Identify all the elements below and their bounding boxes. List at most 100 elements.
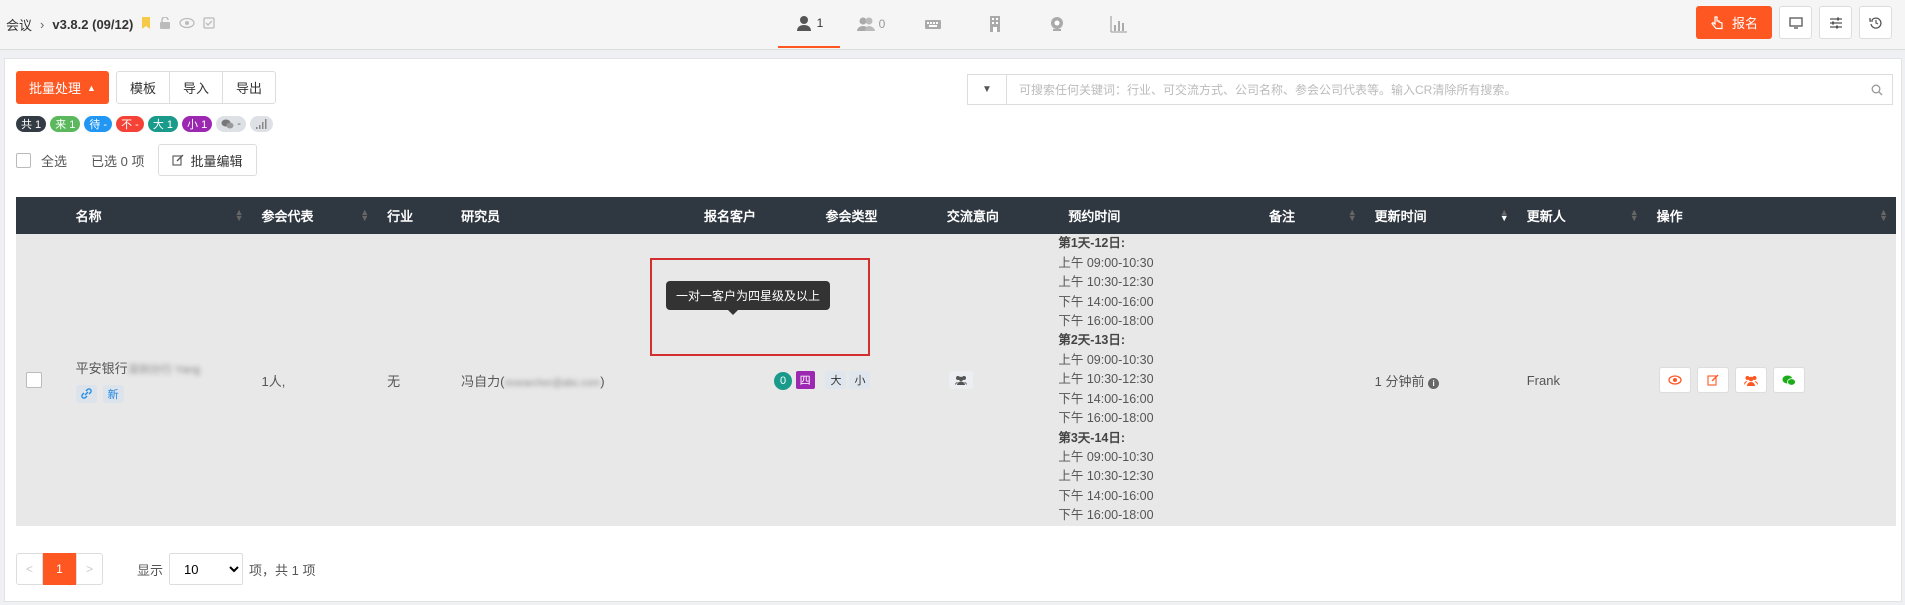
company-name[interactable]: 平安银行 [76,361,128,376]
users-button[interactable] [1734,367,1767,393]
meeting-table: 名称 ▲ ▼ 参会代表 ▲ ▼ 行业 研究员 报名客户 参会类型 交流意向 预约时间 备… [16,197,1896,526]
star-level-badge[interactable]: 四 [795,370,815,389]
eye-icon [1667,375,1682,385]
select-all-label[interactable]: 全选 [41,151,67,170]
page-1-button[interactable]: 1 [43,553,76,585]
users-icon [856,17,875,31]
page-size-select[interactable]: 10 [169,553,244,585]
total-count: 项，共 1 项 [249,562,316,578]
badge-total[interactable]: 共 1 [16,116,47,132]
badge-wechat[interactable]: - [216,116,246,132]
caret-up-icon: ▲ [87,82,96,93]
tab-chart[interactable] [1088,0,1150,48]
wechat-icon [221,119,234,129]
badge-small[interactable]: 小 1 [182,116,213,132]
next-page-button[interactable]: > [76,553,103,585]
tab-keyboard[interactable] [902,0,964,48]
signup-button[interactable]: 报名 [1696,6,1772,39]
export-button[interactable]: 导出 [223,72,275,103]
building-icon [990,16,1000,32]
col-note[interactable]: 备注 ▲ ▼ [1259,197,1365,234]
prev-page-button[interactable]: < [16,553,43,585]
wechat-button[interactable] [1772,367,1805,393]
batch-process-button[interactable]: 批量处理 ▲ [16,71,109,104]
col-updater[interactable]: 更新人 ▲ ▼ [1516,197,1647,234]
batch-process-label: 批量处理 [29,81,82,96]
history-button[interactable] [1859,6,1892,39]
edit-icon [1707,374,1719,386]
sort-icon[interactable]: ▲ ▼ [1879,208,1888,223]
schedule-slot: 上午 10:30-12:30 [1058,469,1154,484]
search-bar: ▼ [967,74,1893,105]
schedule-slot: 上午 10:30-12:30 [1058,275,1154,290]
col-type: 参会类型 [815,197,937,234]
signal-icon [255,119,267,129]
search-input[interactable] [1007,75,1862,104]
badge-big[interactable]: 大 1 [147,116,179,132]
col-checkbox [16,197,66,234]
link-icon[interactable] [75,384,97,403]
schedule-slot: 上午 09:00-10:30 [1058,255,1154,270]
type-small: 小 [849,371,871,389]
cell-rep: 1人, [251,234,378,526]
cell-industry: 无 [377,234,452,526]
client-count[interactable]: 0 [774,371,792,390]
badge-not-coming[interactable]: 不 - [116,116,144,132]
col-industry: 行业 [377,197,452,234]
cell-note [1259,234,1365,526]
version-label: v3.8.2 (09/12) [52,17,134,32]
row-checkbox[interactable] [26,372,42,388]
view-button[interactable] [1658,367,1691,393]
cell-researcher: 冯自力(researcher@abc.com) [451,234,694,526]
tab-users-count: 0 [878,17,886,31]
batch-edit-button[interactable]: 批量编辑 [158,144,257,176]
type-big: 大 [825,371,847,389]
schedule-list: 第1天-12日: 上午 09:00-10:30 上午 10:30-12:30 下午 1… [1058,234,1259,525]
sort-icon[interactable]: ▲ ▼ [1348,208,1357,223]
monitor-button[interactable] [1779,6,1812,39]
col-name[interactable]: 名称 ▲ ▼ [65,197,252,234]
badge-coming[interactable]: 来 1 [50,116,81,132]
tab-users[interactable]: 0 [840,0,902,48]
badge-pending[interactable]: 待 - [84,116,113,132]
check-square-icon[interactable] [203,17,215,32]
webcam-icon [1051,17,1063,31]
cell-intent [936,234,1059,526]
tab-webcam[interactable] [1026,0,1088,48]
eye-slash-icon[interactable] [179,17,195,32]
info-icon[interactable]: i [1428,377,1440,389]
col-actions[interactable]: 操作 ▲ ▼ [1646,197,1896,234]
batch-edit-label: 批量编辑 [190,153,243,169]
bookmark-icon[interactable] [141,17,151,32]
template-button[interactable]: 模板 [117,72,170,103]
cell-actions [1646,234,1896,526]
sort-icon[interactable]: ▲ ▼ [360,208,369,223]
schedule-slot: 上午 10:30-12:30 [1058,372,1154,387]
edit-button[interactable] [1696,367,1729,393]
edit-icon [172,154,184,166]
schedule-slot: 下午 16:00-18:00 [1058,411,1154,426]
col-rep[interactable]: 参会代表 ▲ ▼ [251,197,378,234]
sort-desc-icon[interactable]: ▲ ▼ [1500,208,1509,223]
schedule-slot: 下午 14:00-16:00 [1058,294,1154,309]
unlock-icon[interactable] [159,16,171,32]
signup-label: 报名 [1731,16,1758,31]
col-updated[interactable]: 更新时间 ▲ ▼ [1364,197,1517,234]
settings-button[interactable] [1819,6,1852,39]
wechat-icon [1782,375,1796,386]
search-filter-dropdown[interactable]: ▼ [968,75,1007,104]
search-icon[interactable] [1862,84,1892,96]
cell-type: 大小 [815,234,937,526]
schedule-slot: 上午 09:00-10:30 [1058,449,1154,464]
sort-icon[interactable]: ▲ ▼ [1630,208,1639,223]
badge-signal[interactable] [249,116,273,132]
table-row: 平安银行深圳分行·Yang 新 1人, 无 冯自力(researcher@abc… [16,234,1896,526]
select-all-checkbox[interactable] [16,152,31,168]
sort-icon[interactable]: ▲ ▼ [235,208,244,223]
import-button[interactable]: 导入 [170,72,223,103]
top-actions: 报名 [1696,6,1892,39]
tab-user[interactable]: 1 [778,0,840,48]
schedule-day: 第3天-14日: [1058,430,1126,445]
breadcrumb-root[interactable]: 会议 [6,15,32,34]
tab-building[interactable] [964,0,1026,48]
